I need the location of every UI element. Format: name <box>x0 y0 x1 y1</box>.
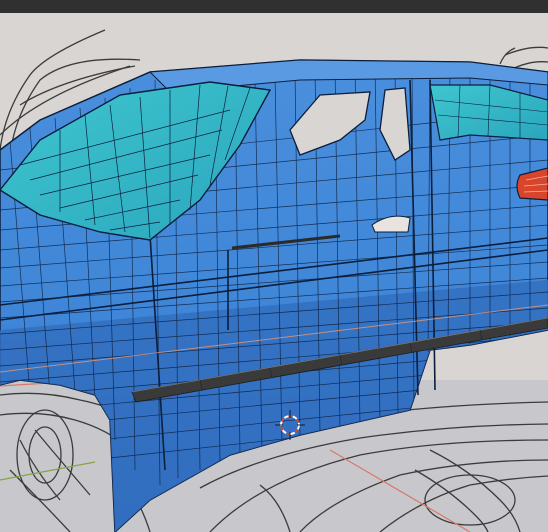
viewport-scene <box>0 13 548 532</box>
3d-viewport[interactable] <box>0 0 548 532</box>
